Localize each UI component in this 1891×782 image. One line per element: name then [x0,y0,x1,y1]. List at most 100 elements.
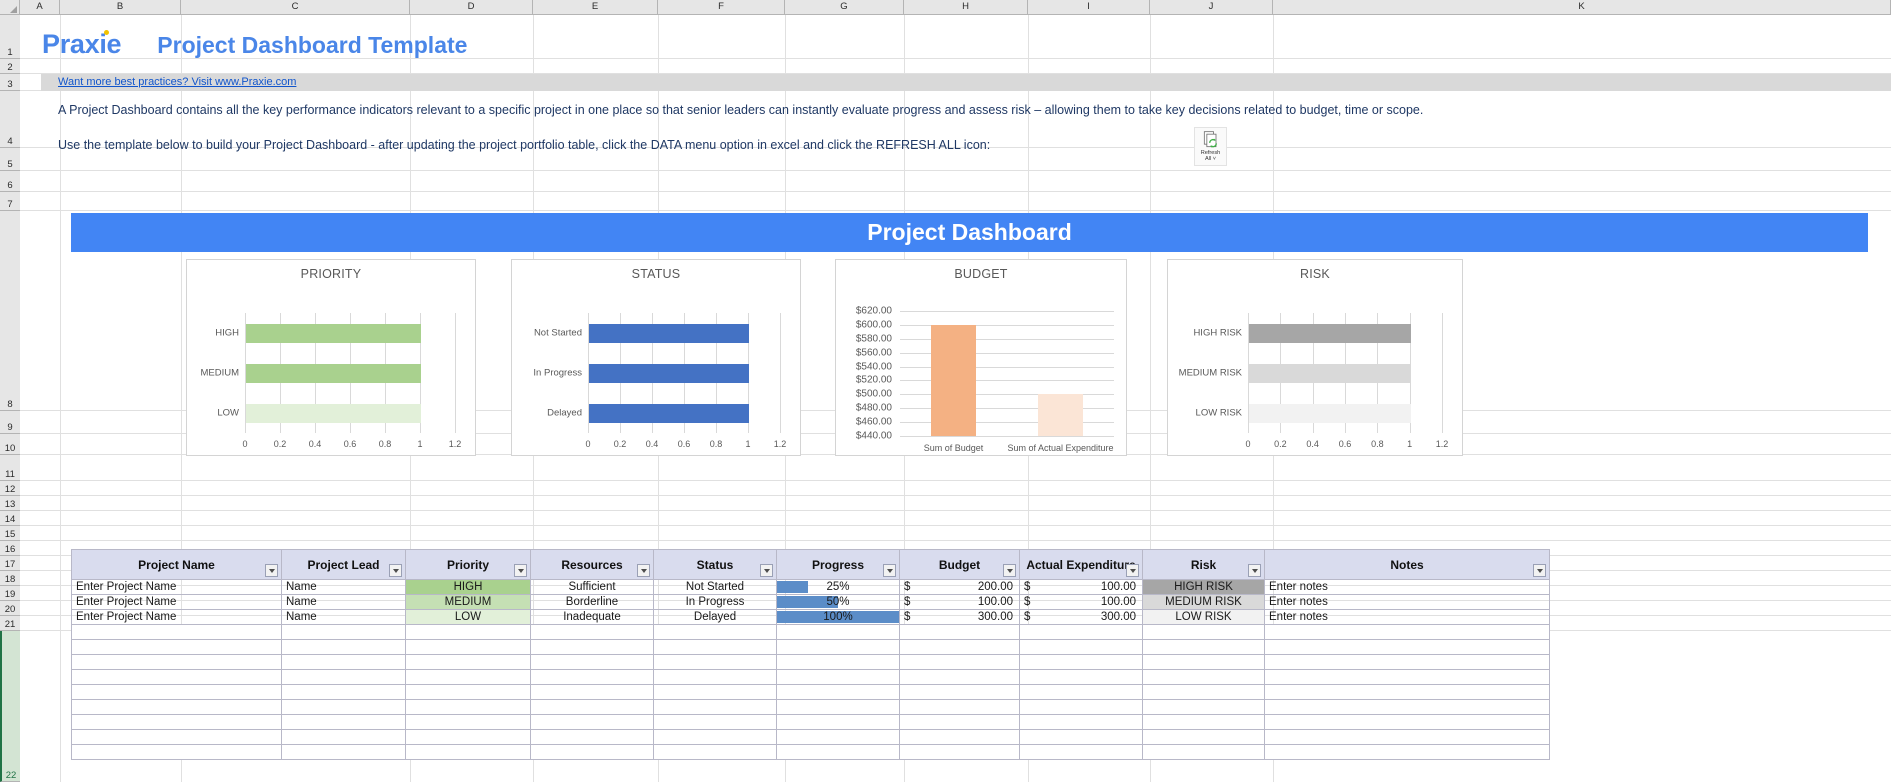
row-header-5[interactable]: 5 [0,148,20,171]
cell-notes[interactable]: Enter notes [1265,580,1550,595]
cell-empty[interactable] [654,670,777,685]
row-header-9[interactable]: 9 [0,411,20,434]
cell-empty[interactable] [531,655,654,670]
cell-empty[interactable] [900,640,1020,655]
cell-empty[interactable] [777,730,900,745]
column-header-a[interactable]: A [20,0,60,14]
column-header-j[interactable]: J [1150,0,1273,14]
cell-empty[interactable] [900,715,1020,730]
cell-resources[interactable]: Sufficient [531,580,654,595]
cell-empty[interactable] [72,670,282,685]
cell-empty[interactable] [1020,745,1143,760]
row-header-10[interactable]: 10 [0,434,20,455]
cell-empty[interactable] [72,640,282,655]
cell-empty[interactable] [282,655,406,670]
filter-dropdown-icon-resources[interactable] [637,564,650,577]
cell-empty[interactable] [72,685,282,700]
cell-empty[interactable] [900,700,1020,715]
cell-empty[interactable] [1265,700,1550,715]
cell-progress[interactable]: 50% [777,595,900,610]
cell-empty[interactable] [1143,730,1265,745]
cell-empty[interactable] [72,730,282,745]
cell-priority[interactable]: LOW [406,610,531,625]
filter-dropdown-icon-progress[interactable] [883,564,896,577]
cell-empty[interactable] [1265,730,1550,745]
cell-actual-expenditure[interactable]: $100.00 [1020,595,1143,610]
cell-empty[interactable] [406,700,531,715]
cell-budget[interactable]: $200.00 [900,580,1020,595]
row-header-18[interactable]: 18 [0,571,20,586]
cell-empty[interactable] [900,685,1020,700]
cell-empty[interactable] [654,745,777,760]
cell-empty[interactable] [1143,625,1265,640]
column-header-c[interactable]: C [181,0,410,14]
best-practices-link[interactable]: Want more best practices? Visit www.Prax… [58,76,296,88]
cell-empty[interactable] [1143,670,1265,685]
cell-priority[interactable]: MEDIUM [406,595,531,610]
cell-empty[interactable] [406,640,531,655]
row-header-15[interactable]: 15 [0,526,20,541]
row-header-22[interactable]: 22 [0,631,20,782]
cell-empty[interactable] [282,670,406,685]
chart-budget[interactable]: BUDGET$620.00$600.00$580.00$560.00$540.0… [835,259,1127,456]
column-header-g[interactable]: G [785,0,904,14]
cell-empty[interactable] [1143,700,1265,715]
row-header-14[interactable]: 14 [0,511,20,526]
row-header-7[interactable]: 7 [0,192,20,211]
table-row-empty[interactable] [72,670,1550,685]
row-header-2[interactable]: 2 [0,59,20,74]
cell-actual-expenditure[interactable]: $100.00 [1020,580,1143,595]
cell-status[interactable]: Not Started [654,580,777,595]
cell-empty[interactable] [900,655,1020,670]
column-header-h[interactable]: H [904,0,1028,14]
cell-empty[interactable] [282,730,406,745]
chart-risk[interactable]: RISK00.20.40.60.811.2HIGH RISKMEDIUM RIS… [1167,259,1463,456]
cell-project-name[interactable]: Enter Project Name [72,595,282,610]
cell-empty[interactable] [777,655,900,670]
select-all-corner[interactable] [0,0,20,14]
row-header-8[interactable]: 8 [0,211,20,411]
cell-empty[interactable] [72,625,282,640]
cell-empty[interactable] [1020,715,1143,730]
refresh-all-icon[interactable]: Refresh All ˅ [1194,127,1227,166]
cell-empty[interactable] [900,670,1020,685]
cell-empty[interactable] [1265,640,1550,655]
cell-empty[interactable] [1020,670,1143,685]
cell-budget[interactable]: $100.00 [900,595,1020,610]
cell-notes[interactable]: Enter notes [1265,595,1550,610]
cell-budget[interactable]: $300.00 [900,610,1020,625]
cell-priority[interactable]: HIGH [406,580,531,595]
cell-empty[interactable] [777,625,900,640]
row-header-20[interactable]: 20 [0,601,20,616]
cell-empty[interactable] [1020,700,1143,715]
table-row-empty[interactable] [72,655,1550,670]
cell-resources[interactable]: Inadequate [531,610,654,625]
cell-empty[interactable] [777,715,900,730]
cell-risk[interactable]: LOW RISK [1143,610,1265,625]
table-row-empty[interactable] [72,745,1550,760]
cell-empty[interactable] [406,625,531,640]
table-row-empty[interactable] [72,640,1550,655]
cell-project-lead[interactable]: Name [282,595,406,610]
cell-empty[interactable] [1265,670,1550,685]
cell-empty[interactable] [72,655,282,670]
cell-empty[interactable] [406,730,531,745]
cell-risk[interactable]: MEDIUM RISK [1143,595,1265,610]
cell-project-lead[interactable]: Name [282,610,406,625]
cell-empty[interactable] [1143,715,1265,730]
column-header-i[interactable]: I [1028,0,1150,14]
cell-empty[interactable] [72,700,282,715]
cell-empty[interactable] [654,640,777,655]
cell-empty[interactable] [1265,625,1550,640]
table-header-project-name[interactable]: Project Name [72,550,282,580]
cell-empty[interactable] [777,700,900,715]
filter-dropdown-icon-actual-expenditure[interactable] [1126,564,1139,577]
cell-empty[interactable] [531,700,654,715]
cell-project-lead[interactable]: Name [282,580,406,595]
cell-empty[interactable] [531,715,654,730]
table-header-budget[interactable]: Budget [900,550,1020,580]
cell-empty[interactable] [406,715,531,730]
cell-empty[interactable] [282,640,406,655]
cell-empty[interactable] [654,655,777,670]
cell-actual-expenditure[interactable]: $300.00 [1020,610,1143,625]
